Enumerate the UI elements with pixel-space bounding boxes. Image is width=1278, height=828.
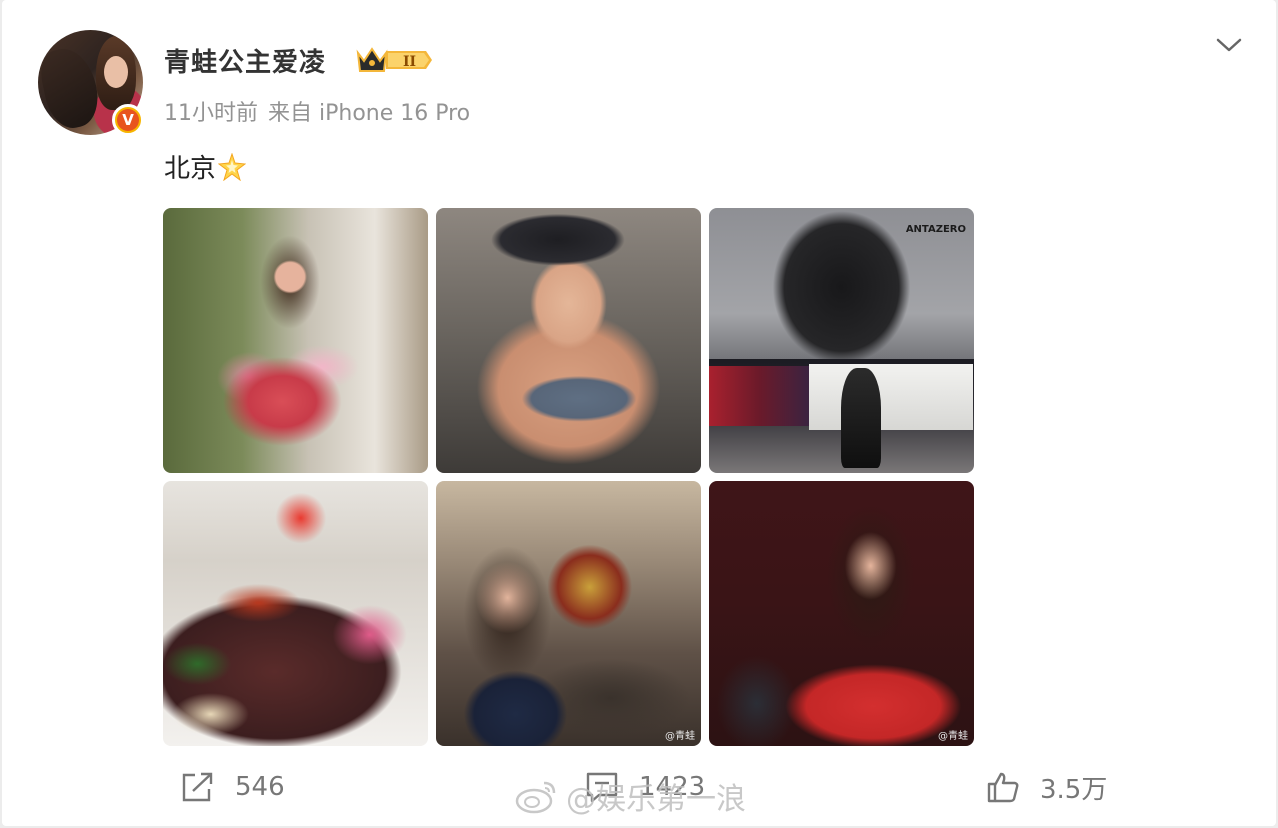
star-sparkle-icon xyxy=(218,153,247,181)
watermark-text: @娱乐第一浪 xyxy=(566,782,746,817)
photo-watermark: @青蛙 xyxy=(938,731,968,742)
white-wall xyxy=(809,364,973,430)
photo-flowers[interactable] xyxy=(163,208,428,473)
avatar-horse xyxy=(38,43,104,133)
weibo-watermark: @娱乐第一浪 xyxy=(514,774,746,818)
repost-count: 546 xyxy=(235,772,285,802)
weibo-logo-icon xyxy=(515,781,556,814)
photo-selfie-gym[interactable] xyxy=(436,208,701,473)
username[interactable]: 青蛙公主爱凌 xyxy=(164,42,326,79)
chevron-down-icon[interactable] xyxy=(1214,34,1244,56)
post-source: 来自 iPhone 16 Pro xyxy=(268,101,471,126)
shop-front xyxy=(709,366,809,426)
post-text-content: 北京 xyxy=(164,154,217,184)
photo-dinner-table[interactable] xyxy=(163,481,428,746)
repost-icon xyxy=(182,772,213,802)
vip-crown-icon[interactable]: II xyxy=(356,45,432,75)
post-time[interactable]: 11小时前 xyxy=(164,101,258,126)
verified-badge-icon: V xyxy=(112,104,144,136)
photo-red-jacket[interactable]: @青蛙 xyxy=(709,481,974,746)
like-button[interactable]: 3.5万 xyxy=(986,770,1108,805)
photo-billboard-street[interactable]: ANTAZERO xyxy=(709,208,974,473)
post-meta: 11小时前 来自 iPhone 16 Pro xyxy=(164,95,470,127)
weibo-post-card: V 青蛙公主爱凌 II 11小时前 来自 iPhone 16 Pro 北京 ANT… xyxy=(2,0,1276,826)
post-text: 北京 xyxy=(164,148,247,185)
repost-button[interactable]: 546 xyxy=(181,770,285,804)
vip-level-label: II xyxy=(403,54,416,70)
photo-theater[interactable]: @青蛙 xyxy=(436,481,701,746)
avatar-face xyxy=(104,56,128,88)
photo-watermark: @青蛙 xyxy=(665,731,695,742)
person-figure xyxy=(841,368,881,468)
billboard-caption: ANTAZERO xyxy=(905,224,966,235)
like-count: 3.5万 xyxy=(1040,774,1108,805)
thumbs-up-icon xyxy=(987,772,1019,803)
